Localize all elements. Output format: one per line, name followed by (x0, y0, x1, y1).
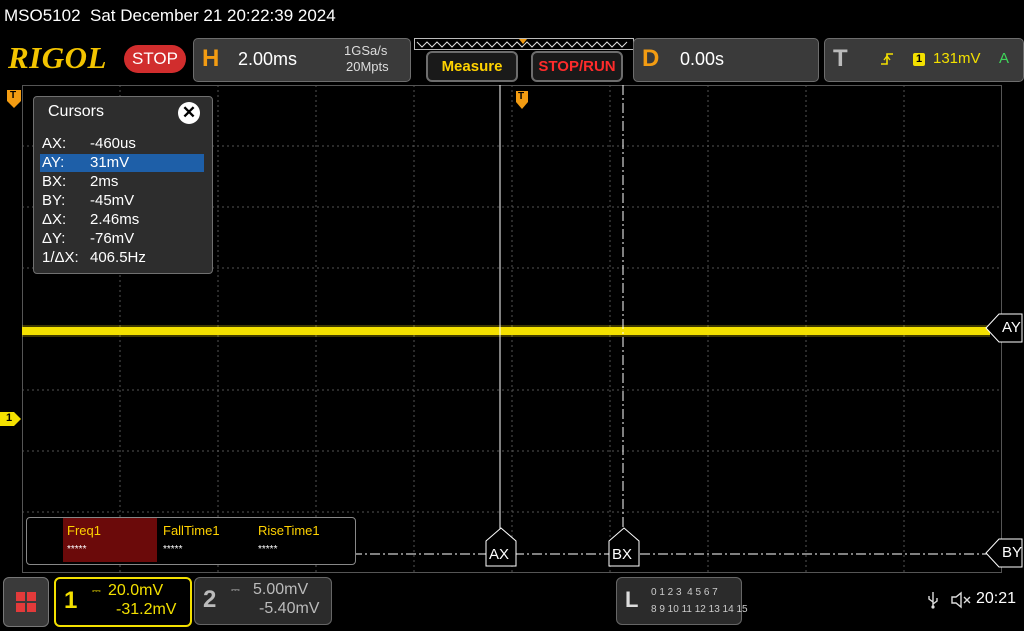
memory-depth: 20Mpts (346, 59, 389, 74)
measurement-panel[interactable]: Freq1 ***** FallTime1 ***** RiseTime1 **… (26, 517, 356, 565)
cursor-row-ax: AX: -460us (42, 135, 136, 152)
device-title: MSO5102 Sat December 21 20:22:39 2024 (4, 6, 336, 25)
close-icon[interactable]: ✕ (178, 102, 200, 124)
ch1-trace (22, 327, 990, 335)
trigger-mode: A (999, 50, 1010, 67)
measure-button[interactable]: Measure (426, 51, 518, 82)
trigger-source-badge: 1 (913, 53, 925, 66)
cursors-title: Cursors (48, 103, 105, 120)
cursor-row-ay[interactable]: AY: 31mV (40, 154, 204, 172)
timebase-value: 2.00ms (238, 49, 298, 69)
grid-menu-icon (16, 592, 36, 612)
cursor-row-inverse-delta-x: 1/ΔX: 406.5Hz (42, 249, 146, 266)
trigger-level-marker[interactable]: T (6, 89, 22, 109)
cursor-row-by: BY: -45mV (42, 192, 135, 209)
dc-coupling-icon: ⎓ (92, 585, 101, 597)
ch1-scale: 20.0mV (108, 582, 164, 599)
horizontal-key: H (202, 45, 220, 72)
measurement-falltime1[interactable]: FallTime1 ***** (159, 518, 253, 562)
sample-rate: 1GSa/s (344, 43, 388, 58)
cursor-row-delta-y: ΔY: -76mV (42, 230, 135, 247)
memory-position-bar (414, 38, 634, 50)
channel-2-box[interactable]: 2 ⎓ 5.00mV -5.40mV (194, 577, 332, 625)
delay-key: D (642, 45, 660, 72)
horizontal-panel[interactable]: H 2.00ms 1GSa/s 20Mpts (193, 38, 411, 82)
delay-panel[interactable]: D 0.00s (633, 38, 819, 82)
delay-value: 0.00s (680, 49, 725, 69)
trigger-key: T (833, 45, 848, 72)
title-bar: MSO5102 Sat December 21 20:22:39 2024 (0, 0, 1024, 32)
ch2-number: 2 (203, 586, 217, 613)
ch2-scale: 5.00mV (253, 581, 309, 598)
ch2-offset: -5.40mV (259, 600, 320, 617)
edge-trigger-icon (881, 53, 893, 65)
rigol-logo: RIGOL (8, 40, 107, 75)
usb-icon (928, 592, 938, 609)
la-channels-row2: 8 9 10 11 12 13 14 15 (651, 604, 748, 615)
la-channels-row1: 0 1 2 3 4 5 6 7 (651, 587, 718, 598)
cursor-row-delta-x: ΔX: 2.46ms (42, 211, 140, 228)
cursor-bx-marker[interactable]: BX (608, 527, 640, 567)
channel-1-box[interactable]: 1 ⎓ 20.0mV -31.2mV (54, 577, 192, 627)
cursor-by-marker[interactable]: BY (985, 538, 1023, 568)
measurement-freq1[interactable]: Freq1 ***** (63, 518, 157, 562)
ch1-number: 1 (64, 587, 78, 614)
clock: 20:21 (976, 590, 1017, 607)
cursor-row-bx: BX: 2ms (42, 173, 119, 190)
ch1-offset-marker[interactable]: 1 (0, 411, 22, 427)
trigger-level: 131mV (933, 50, 981, 67)
home-menu-button[interactable] (3, 577, 49, 627)
cursor-ax-marker[interactable]: AX (485, 527, 517, 567)
trigger-position-marker[interactable]: T (515, 90, 529, 110)
la-key: L (625, 587, 639, 612)
logic-analyzer-box[interactable]: L 0 1 2 3 4 5 6 7 8 9 10 11 12 13 14 15 (616, 577, 748, 625)
cursor-ay-marker[interactable]: AY (985, 313, 1023, 343)
measurement-risetime1[interactable]: RiseTime1 ***** (254, 518, 348, 562)
ch1-offset: -31.2mV (116, 601, 177, 618)
speaker-muted-icon[interactable] (950, 590, 972, 610)
dc-coupling-icon: ⎓ (231, 584, 240, 596)
stop-run-button[interactable]: STOP/RUN (531, 51, 623, 82)
run-state-badge[interactable]: STOP (124, 45, 186, 73)
trigger-panel[interactable]: T 1 131mV A (824, 38, 1024, 82)
cursors-panel[interactable]: Cursors ✕ AX: -460us AY: 31mV BX: 2ms BY… (33, 96, 213, 274)
